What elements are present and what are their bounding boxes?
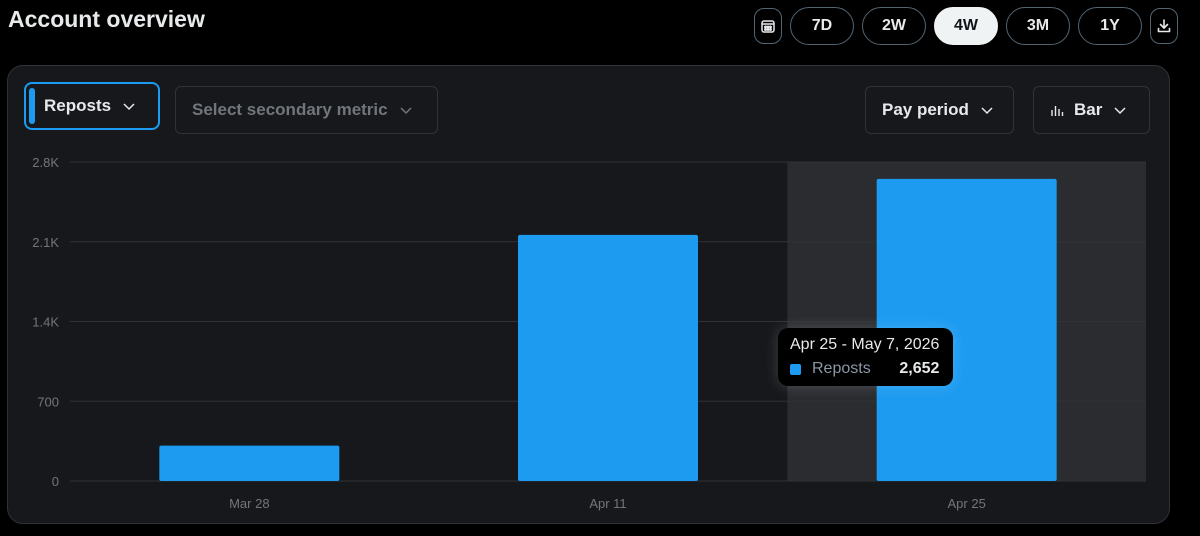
tooltip-swatch	[790, 363, 801, 375]
y-tick-label: 2.8K	[32, 155, 59, 170]
y-tick-label: 0	[52, 474, 59, 489]
bar-apr-11	[518, 234, 698, 481]
y-tick-label: 700	[37, 394, 59, 409]
y-tick-label: 2.1K	[32, 235, 59, 250]
tooltip-series-name: Reposts	[812, 360, 871, 377]
x-tick-label: Mar 28	[229, 496, 269, 511]
reposts-bar-chart: 0 700 1.4K 2.1K 2.8K Mar 28 Apr 11 Apr 25	[32, 155, 1146, 511]
tooltip-date-range: Apr 25 - May 7, 2026	[790, 336, 940, 353]
x-tick-label: Apr 25	[948, 496, 986, 511]
tooltip-value: 2,652	[899, 360, 940, 377]
x-tick-label: Apr 11	[589, 496, 626, 511]
bar-mar-28	[159, 445, 340, 481]
y-tick-label: 1.4K	[32, 315, 59, 330]
chart-tooltip: Apr 25 - May 7, 2026 Reposts 2,652	[778, 328, 954, 386]
